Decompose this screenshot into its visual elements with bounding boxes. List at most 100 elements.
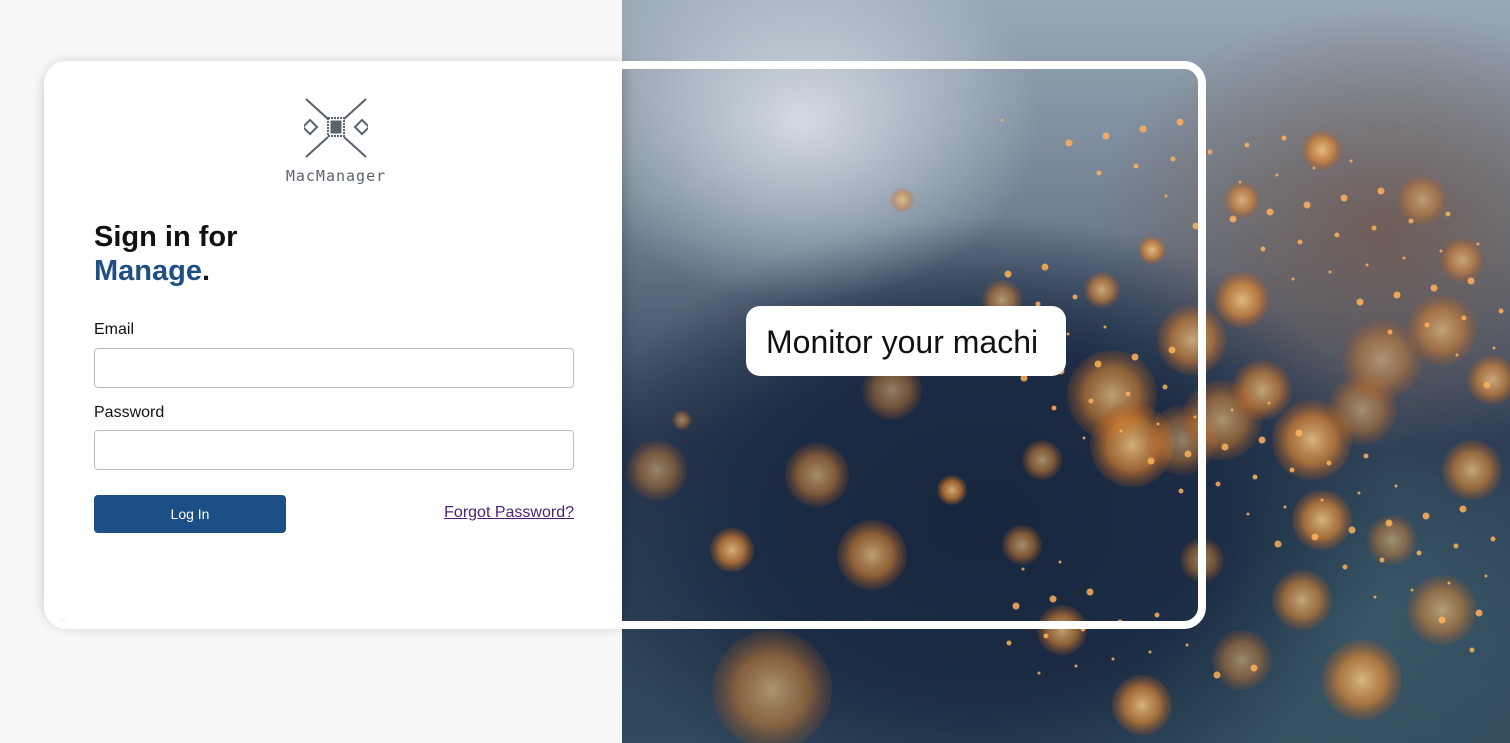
spark-dot: [1058, 560, 1062, 564]
spark-dot: [1021, 567, 1025, 571]
spark-dot: [1476, 242, 1480, 246]
spark-dot: [1373, 595, 1377, 599]
spark-dot: [1363, 453, 1369, 459]
spark-dot: [1453, 543, 1459, 549]
spark-dot: [1328, 270, 1332, 274]
spark-dot: [1088, 398, 1094, 404]
spark-dot: [1438, 616, 1446, 624]
title-line: Sign in for: [94, 221, 238, 253]
login-page: MacManager Sign in for Manage. Email Pas…: [0, 0, 1510, 743]
spark-dot: [1393, 291, 1401, 299]
title-line-2: Manage.: [94, 254, 237, 288]
spark-dot: [1402, 256, 1406, 260]
spark-dot: [1416, 550, 1422, 556]
spark-dot: [1238, 180, 1242, 184]
spark-dot: [1154, 612, 1160, 618]
spark-dot: [1072, 294, 1078, 300]
spark-dot: [1379, 557, 1385, 563]
spark-dot: [1430, 284, 1438, 292]
spark-dot: [1252, 474, 1258, 480]
email-label: Email: [94, 321, 135, 338]
spark-dot: [1215, 481, 1221, 487]
spark-bokeh: [1084, 272, 1120, 308]
hero-tagline: Monitor your machi: [746, 306, 1066, 376]
spark-dot: [1334, 232, 1340, 238]
spark-dot: [1387, 329, 1393, 335]
spark-bokeh: [710, 528, 754, 572]
spark-dot: [1229, 215, 1237, 223]
spark-bokeh: [1022, 440, 1062, 480]
spark-bokeh: [1112, 675, 1172, 735]
spark-dot: [1439, 249, 1443, 253]
spark-bokeh: [1157, 305, 1227, 375]
spark-bokeh: [785, 443, 849, 507]
spark-dot: [1394, 484, 1398, 488]
email-field[interactable]: [94, 348, 574, 388]
spark-dot: [1340, 194, 1348, 202]
spark-dot: [1297, 239, 1303, 245]
spark-dot: [1469, 647, 1475, 653]
forgot-password-link[interactable]: Forgot Password?: [444, 504, 574, 522]
spark-dot: [1283, 505, 1287, 509]
spark-bokeh: [672, 410, 692, 430]
brand-logo: MacManager: [282, 97, 390, 185]
spark-dot: [1148, 650, 1152, 654]
spark-dot: [1193, 415, 1197, 419]
spark-dot: [1051, 405, 1057, 411]
spark-dot: [1484, 574, 1488, 578]
title-punct: .: [201, 255, 211, 287]
spark-dot: [1199, 377, 1205, 383]
spark-dot: [1377, 187, 1385, 195]
spark-dot: [1275, 173, 1279, 177]
spark-dot: [1176, 118, 1184, 126]
spark-bokeh: [1002, 525, 1042, 565]
spark-dot: [1111, 657, 1115, 661]
spark-dot: [1467, 277, 1475, 285]
spark-bokeh: [837, 520, 907, 590]
spark-bokeh: [1397, 175, 1447, 225]
spark-dot: [1065, 139, 1073, 147]
spark-dot: [1289, 467, 1295, 473]
spark-dot: [1066, 332, 1070, 336]
login-button[interactable]: Log In: [94, 495, 286, 533]
spark-dot: [1408, 218, 1414, 224]
spark-dot: [1170, 156, 1176, 162]
spark-dot: [1445, 211, 1451, 217]
spark-dot: [1119, 429, 1123, 433]
spark-dot: [1156, 422, 1160, 426]
spark-dot: [1037, 671, 1041, 675]
chip-crossed-logo-icon: [304, 98, 368, 158]
spark-bokeh: [1467, 355, 1510, 405]
spark-dot: [1086, 588, 1094, 596]
spark-dot: [1012, 602, 1020, 610]
password-field[interactable]: [94, 430, 574, 470]
spark-dot: [1133, 163, 1139, 169]
spark-bokeh: [1180, 538, 1224, 582]
spark-dot: [1459, 505, 1467, 513]
spark-dot: [1043, 633, 1049, 639]
spark-dot: [1147, 457, 1155, 465]
spark-bokeh: [1138, 236, 1166, 264]
spark-dot: [1192, 222, 1200, 230]
spark-dot: [1139, 125, 1147, 133]
spark-dot: [1342, 564, 1348, 570]
spark-bokeh: [1407, 575, 1477, 645]
spark-bokeh: [1442, 440, 1502, 500]
spark-dot: [1260, 246, 1266, 252]
spark-bokeh: [1302, 130, 1342, 170]
spark-dot: [1041, 263, 1049, 271]
spark-dot: [1074, 664, 1078, 668]
spark-bokeh: [1272, 570, 1332, 630]
brand-name: MacManager: [285, 167, 387, 185]
title-accent: Manage: [94, 255, 202, 287]
spark-dot: [1230, 408, 1234, 412]
spark-bokeh: [1407, 295, 1477, 365]
spark-dot: [1422, 512, 1430, 520]
spark-dot: [1295, 429, 1303, 437]
spark-dot: [1447, 581, 1451, 585]
spark-dot: [1004, 270, 1012, 278]
spark-dot: [1303, 201, 1311, 209]
spark-bokeh: [1232, 360, 1292, 420]
spark-dot: [1492, 346, 1496, 350]
spark-bokeh: [627, 440, 687, 500]
